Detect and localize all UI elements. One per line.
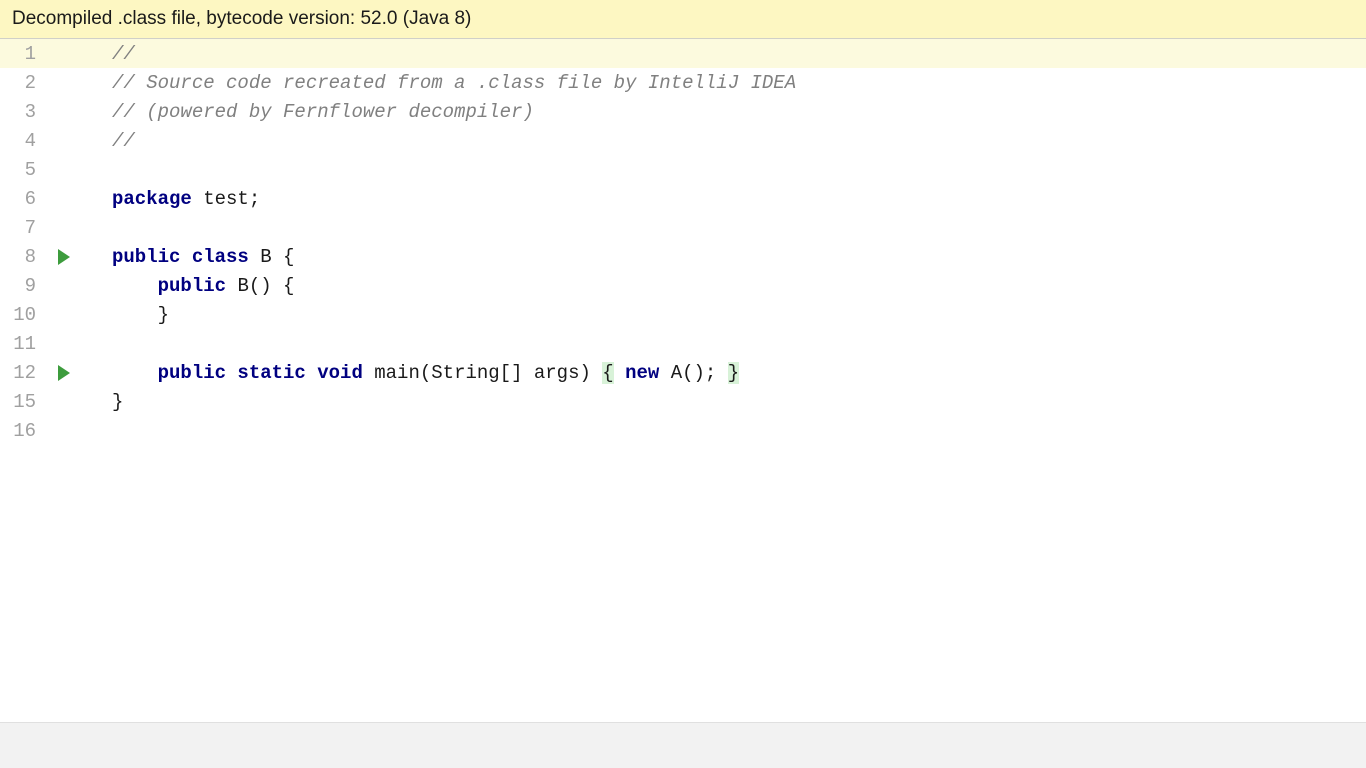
code-token (112, 362, 158, 384)
code-token: // (112, 130, 135, 152)
code-line[interactable]: 1 // (0, 39, 1366, 68)
line-number: 6 (0, 188, 44, 210)
code-editor[interactable]: 1 // 2 // Source code recreated from a .cla… (0, 39, 1366, 722)
code-token: // (112, 43, 135, 65)
code-content[interactable]: public static void main(String[] args) {… (84, 362, 1366, 384)
code-token: } (112, 304, 169, 326)
code-token: } (728, 362, 739, 384)
line-number: 11 (0, 333, 44, 355)
code-line[interactable]: 16 (0, 416, 1366, 445)
line-number: 4 (0, 130, 44, 152)
code-line[interactable]: 10 } (0, 300, 1366, 329)
code-line[interactable]: 2 // Source code recreated from a .class … (0, 68, 1366, 97)
line-number: 9 (0, 275, 44, 297)
code-line[interactable]: 15} (0, 387, 1366, 416)
run-icon[interactable] (58, 249, 70, 265)
code-content[interactable]: package test; (84, 188, 1366, 210)
code-line[interactable]: 5 (0, 155, 1366, 184)
line-number: 15 (0, 391, 44, 413)
status-bar (0, 722, 1366, 768)
code-token: public class (112, 246, 260, 268)
code-content[interactable]: } (84, 391, 1366, 413)
code-line[interactable]: 8 public class B { (0, 242, 1366, 271)
run-icon[interactable] (58, 365, 70, 381)
code-token: } (112, 391, 123, 413)
line-number: 16 (0, 420, 44, 442)
code-token: test; (203, 188, 260, 210)
code-line[interactable]: 11 (0, 329, 1366, 358)
code-token: { (602, 362, 613, 384)
code-token: // Source code recreated from a .class f… (112, 72, 796, 94)
line-number: 7 (0, 217, 44, 239)
run-gutter[interactable] (44, 365, 84, 381)
code-content[interactable]: public class B { (84, 246, 1366, 268)
line-number: 8 (0, 246, 44, 268)
line-number: 2 (0, 72, 44, 94)
code-token: package (112, 188, 203, 210)
banner-text: Decompiled .class file, bytecode version… (12, 8, 471, 29)
code-content[interactable]: // (powered by Fernflower decompiler) (84, 101, 1366, 123)
code-line[interactable]: 9 public B() { (0, 271, 1366, 300)
code-token: public (158, 275, 238, 297)
line-number: 10 (0, 304, 44, 326)
code-area[interactable]: 1 // 2 // Source code recreated from a .cla… (0, 39, 1366, 722)
code-line[interactable]: 4 // (0, 126, 1366, 155)
code-token: B() { (237, 275, 294, 297)
line-number: 3 (0, 101, 44, 123)
code-line[interactable]: 3 // (powered by Fernflower decompiler) (0, 97, 1366, 126)
line-number: 12 (0, 362, 44, 384)
code-content[interactable]: // (84, 130, 1366, 152)
code-token: A(); (671, 362, 728, 384)
code-line[interactable]: 7 (0, 213, 1366, 242)
code-line[interactable]: 12 public static void main(String[] args… (0, 358, 1366, 387)
code-line[interactable]: 6 package test; (0, 184, 1366, 213)
code-content[interactable]: // Source code recreated from a .class f… (84, 72, 1366, 94)
code-token: B { (260, 246, 294, 268)
code-content[interactable]: public B() { (84, 275, 1366, 297)
code-token: main(String[] args) (374, 362, 602, 384)
code-token: // (powered by Fernflower decompiler) (112, 101, 534, 123)
code-token: public static void (158, 362, 375, 384)
code-token (112, 275, 158, 297)
decompiled-banner: Decompiled .class file, bytecode version… (0, 0, 1366, 39)
code-token: new (625, 362, 671, 384)
line-number: 1 (0, 43, 44, 65)
run-gutter[interactable] (44, 249, 84, 265)
code-content[interactable]: // (84, 43, 1366, 65)
code-content[interactable]: } (84, 304, 1366, 326)
code-token (614, 362, 625, 384)
line-number: 5 (0, 159, 44, 181)
